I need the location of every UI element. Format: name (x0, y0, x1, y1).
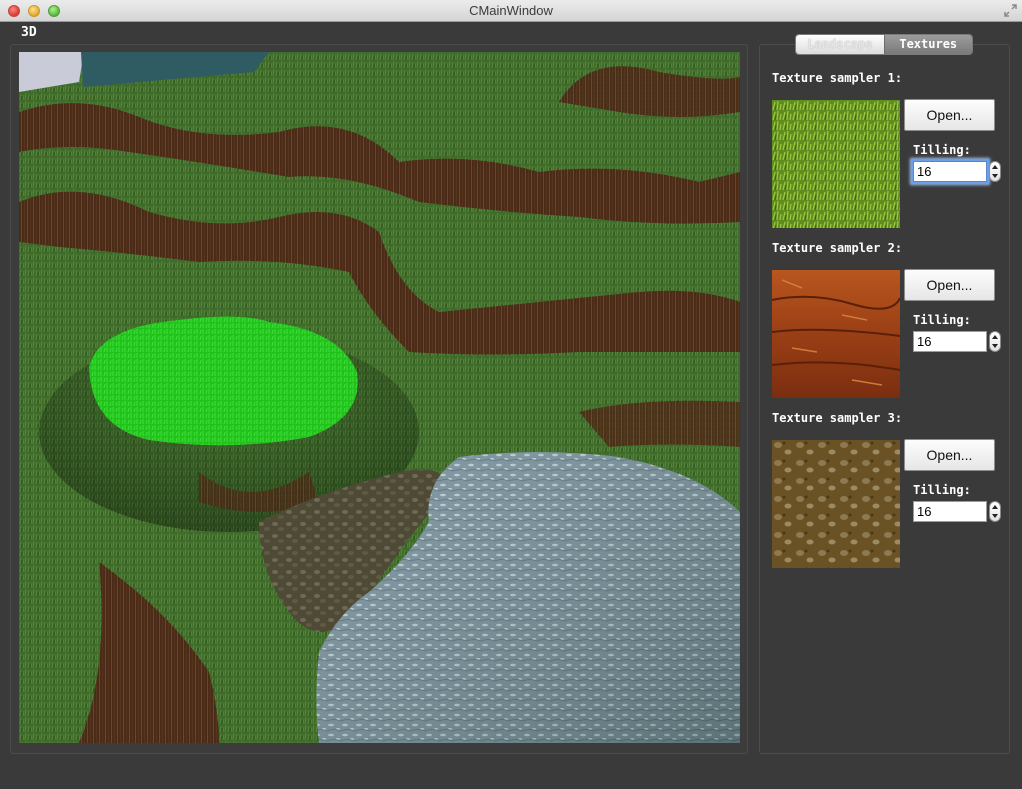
sampler-3-tilling-label: Tilling: (913, 483, 971, 497)
terrain-render[interactable] (19, 52, 740, 743)
tab-bar: Landscape Textures (795, 34, 973, 55)
sampler-1-tilling-input[interactable]: 16 (913, 161, 987, 182)
sampler-2-label: Texture sampler 2: (772, 241, 903, 255)
sampler-1-open-button[interactable]: Open... (904, 99, 995, 131)
title-bar: CMainWindow (0, 0, 1022, 22)
fullscreen-icon[interactable] (1003, 3, 1018, 18)
sampler-3-label: Texture sampler 3: (772, 411, 903, 425)
viewport-label: 3D (21, 25, 37, 40)
sampler-1-label: Texture sampler 1: (772, 71, 903, 85)
sampler-3-open-button[interactable]: Open... (904, 439, 995, 471)
sampler-1-thumbnail (772, 100, 900, 228)
tab-textures[interactable]: Textures (883, 35, 972, 54)
3d-viewport[interactable] (19, 52, 740, 743)
sampler-2-tilling-label: Tilling: (913, 313, 971, 327)
window-title: CMainWindow (469, 3, 553, 18)
sampler-2-thumbnail (772, 270, 900, 398)
sampler-2-open-button[interactable]: Open... (904, 269, 995, 301)
sampler-3-thumbnail (772, 440, 900, 568)
sampler-1-tilling-stepper[interactable] (989, 161, 1001, 182)
sampler-3-tilling-input[interactable]: 16 (913, 501, 987, 522)
sampler-2-tilling-input[interactable]: 16 (913, 331, 987, 352)
tab-landscape[interactable]: Landscape (796, 35, 884, 54)
sampler-3-tilling-stepper[interactable] (989, 501, 1001, 522)
sampler-1-tilling-label: Tilling: (913, 143, 971, 157)
sampler-2-tilling-stepper[interactable] (989, 331, 1001, 352)
